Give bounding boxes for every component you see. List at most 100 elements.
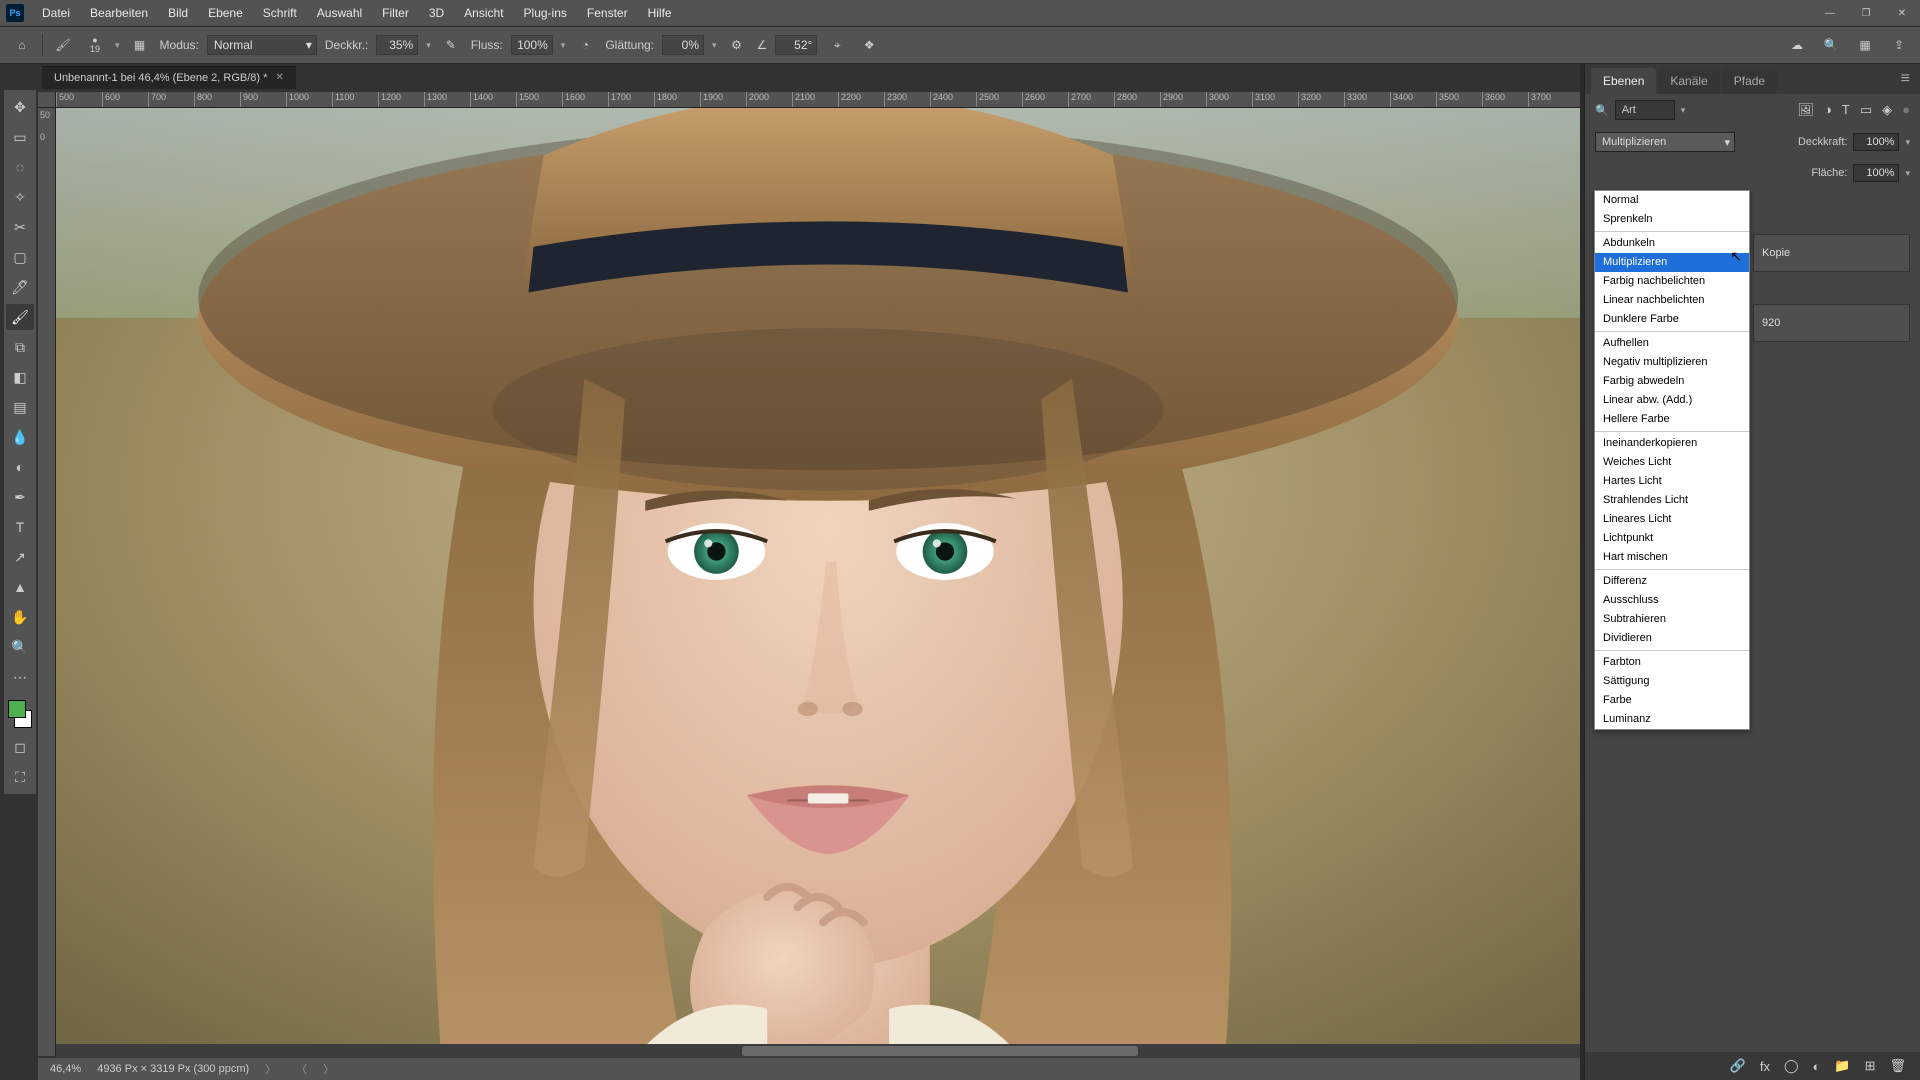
blend-option[interactable]: Farbton	[1595, 653, 1749, 672]
tab-kanaele[interactable]: Kanäle	[1658, 68, 1719, 94]
menu-hilfe[interactable]: Hilfe	[638, 2, 682, 24]
blend-option[interactable]: Negativ multiplizieren	[1595, 353, 1749, 372]
menu-ebene[interactable]: Ebene	[198, 2, 253, 24]
menu-datei[interactable]: Datei	[32, 2, 80, 24]
hand-tool[interactable]: ✋	[6, 604, 34, 630]
menu-3d[interactable]: 3D	[419, 2, 454, 24]
screenmode-tool[interactable]: ⛶	[6, 764, 34, 790]
blend-option[interactable]: Lichtpunkt	[1595, 529, 1749, 548]
move-tool[interactable]: ✥	[6, 94, 34, 120]
blend-option[interactable]: Weiches Licht	[1595, 453, 1749, 472]
window-close[interactable]: ✕	[1884, 0, 1920, 26]
layer-row[interactable]: Kopie	[1753, 234, 1910, 272]
brush-preset[interactable]: ●19	[83, 33, 107, 57]
layer-fx-icon[interactable]: fx	[1760, 1059, 1770, 1074]
smoothing-input[interactable]: 0%	[662, 35, 704, 55]
crop-tool[interactable]: ✂	[6, 214, 34, 240]
blend-option[interactable]: Hart mischen	[1595, 548, 1749, 567]
airbrush-icon[interactable]: ◔	[573, 33, 597, 57]
pressure-size-icon[interactable]: ⌖	[825, 33, 849, 57]
window-minimize[interactable]: —	[1812, 0, 1848, 26]
home-icon[interactable]: ⌂	[10, 33, 34, 57]
blend-option[interactable]: Differenz	[1595, 572, 1749, 591]
layer-row[interactable]: 920	[1753, 304, 1910, 342]
status-next-icon[interactable]: 〉	[323, 1061, 334, 1077]
blend-option[interactable]: Dunklere Farbe	[1595, 310, 1749, 329]
scrollbar-thumb[interactable]	[742, 1046, 1138, 1056]
menu-filter[interactable]: Filter	[372, 2, 419, 24]
pressure-opacity-icon[interactable]: ✎	[439, 33, 463, 57]
delete-layer-icon[interactable]: 🗑	[1889, 1058, 1906, 1074]
pen-tool[interactable]: ✒	[6, 484, 34, 510]
ruler-horizontal[interactable]: 5006007008009001000110012001300140015001…	[56, 92, 1580, 108]
cloud-docs-icon[interactable]: ☁	[1786, 33, 1808, 57]
blend-option[interactable]: Farbe	[1595, 691, 1749, 710]
blend-option[interactable]: Strahlendes Licht	[1595, 491, 1749, 510]
adjustment-layer-icon[interactable]: ◐	[1813, 1059, 1821, 1074]
workspace-icon[interactable]: ▦	[1854, 33, 1876, 57]
scrollbar-horizontal[interactable]	[56, 1044, 1580, 1058]
blend-option[interactable]: Hartes Licht	[1595, 472, 1749, 491]
link-layers-icon[interactable]: 🔗	[1730, 1058, 1746, 1074]
layer-fill-input[interactable]: 100%	[1853, 164, 1899, 182]
zoom-tool[interactable]: 🔍	[6, 634, 34, 660]
edit-toolbar[interactable]: ⋯	[6, 664, 34, 690]
blend-option[interactable]: Lineares Licht	[1595, 510, 1749, 529]
blend-option[interactable]: Abdunkeln	[1595, 234, 1749, 253]
blend-mode-select[interactable]: Normal	[207, 35, 317, 55]
filter-smartobj-icon[interactable]: ◈	[1882, 102, 1892, 118]
quickmask-tool[interactable]: ◻	[6, 734, 34, 760]
menu-bearbeiten[interactable]: Bearbeiten	[80, 2, 158, 24]
eyedropper-tool[interactable]: 🖊	[6, 274, 34, 300]
filter-adjust-icon[interactable]: ◑	[1824, 102, 1832, 118]
blend-option[interactable]: Subtrahieren	[1595, 610, 1749, 629]
share-icon[interactable]: ⇪	[1888, 33, 1910, 57]
status-zoom[interactable]: 46,4%	[50, 1063, 81, 1075]
brush-panel-icon[interactable]: ▦	[128, 33, 152, 57]
blend-option[interactable]: Ineinanderkopieren	[1595, 434, 1749, 453]
filter-shape-icon[interactable]: ▭	[1860, 102, 1872, 118]
status-prev-icon[interactable]: 〈	[296, 1061, 307, 1077]
smoothing-gear-icon[interactable]: ⚙	[725, 33, 749, 57]
ruler-origin[interactable]	[38, 92, 56, 108]
frame-tool[interactable]: ▢	[6, 244, 34, 270]
menu-plugins[interactable]: Plug-ins	[514, 2, 577, 24]
panel-menu-icon[interactable]: ≡	[1891, 64, 1920, 94]
opacity-input[interactable]: 35%	[376, 35, 418, 55]
menu-ansicht[interactable]: Ansicht	[454, 2, 513, 24]
tab-pfade[interactable]: Pfade	[1722, 68, 1777, 94]
gradient-tool[interactable]: ▤	[6, 394, 34, 420]
layer-mask-icon[interactable]: ◯	[1784, 1058, 1799, 1074]
blend-option[interactable]: Farbig abwedeln	[1595, 372, 1749, 391]
layer-group-icon[interactable]: 📁	[1834, 1058, 1850, 1074]
menu-bild[interactable]: Bild	[158, 2, 198, 24]
blend-option[interactable]: Hellere Farbe	[1595, 410, 1749, 429]
blend-option[interactable]: Luminanz	[1595, 710, 1749, 729]
search-app-icon[interactable]: 🔍	[1820, 33, 1842, 57]
angle-input[interactable]: 52°	[775, 35, 817, 55]
color-swatches[interactable]	[6, 698, 34, 730]
new-layer-icon[interactable]: ⊞	[1865, 1058, 1876, 1074]
ruler-vertical[interactable]: 50 0	[38, 108, 56, 1056]
filter-toggle-icon[interactable]: ●	[1902, 102, 1910, 118]
tab-ebenen[interactable]: Ebenen	[1591, 68, 1656, 94]
layer-opacity-input[interactable]: 100%	[1853, 133, 1899, 151]
path-tool[interactable]: ↗	[6, 544, 34, 570]
clone-stamp-tool[interactable]: ⧉	[6, 334, 34, 360]
text-tool[interactable]: T	[6, 514, 34, 540]
magic-wand-tool[interactable]: ✧	[6, 184, 34, 210]
blur-tool[interactable]: 💧	[6, 424, 34, 450]
blend-option[interactable]: Farbig nachbelichten	[1595, 272, 1749, 291]
brush-tool-icon[interactable]: 🖌	[51, 33, 75, 57]
menu-auswahl[interactable]: Auswahl	[307, 2, 372, 24]
dodge-tool[interactable]: ◐	[6, 454, 34, 480]
flow-input[interactable]: 100%	[511, 35, 553, 55]
blend-option[interactable]: Linear abw. (Add.)	[1595, 391, 1749, 410]
menu-schrift[interactable]: Schrift	[253, 2, 307, 24]
blend-option[interactable]: Sprenkeln	[1595, 210, 1749, 229]
blend-option[interactable]: Linear nachbelichten	[1595, 291, 1749, 310]
filter-pixel-icon[interactable]: 🖼	[1798, 102, 1815, 118]
blend-option[interactable]: Multiplizieren	[1595, 253, 1749, 272]
blend-option[interactable]: Ausschluss	[1595, 591, 1749, 610]
status-dimensions[interactable]: 4936 Px × 3319 Px (300 ppcm)	[97, 1063, 249, 1075]
